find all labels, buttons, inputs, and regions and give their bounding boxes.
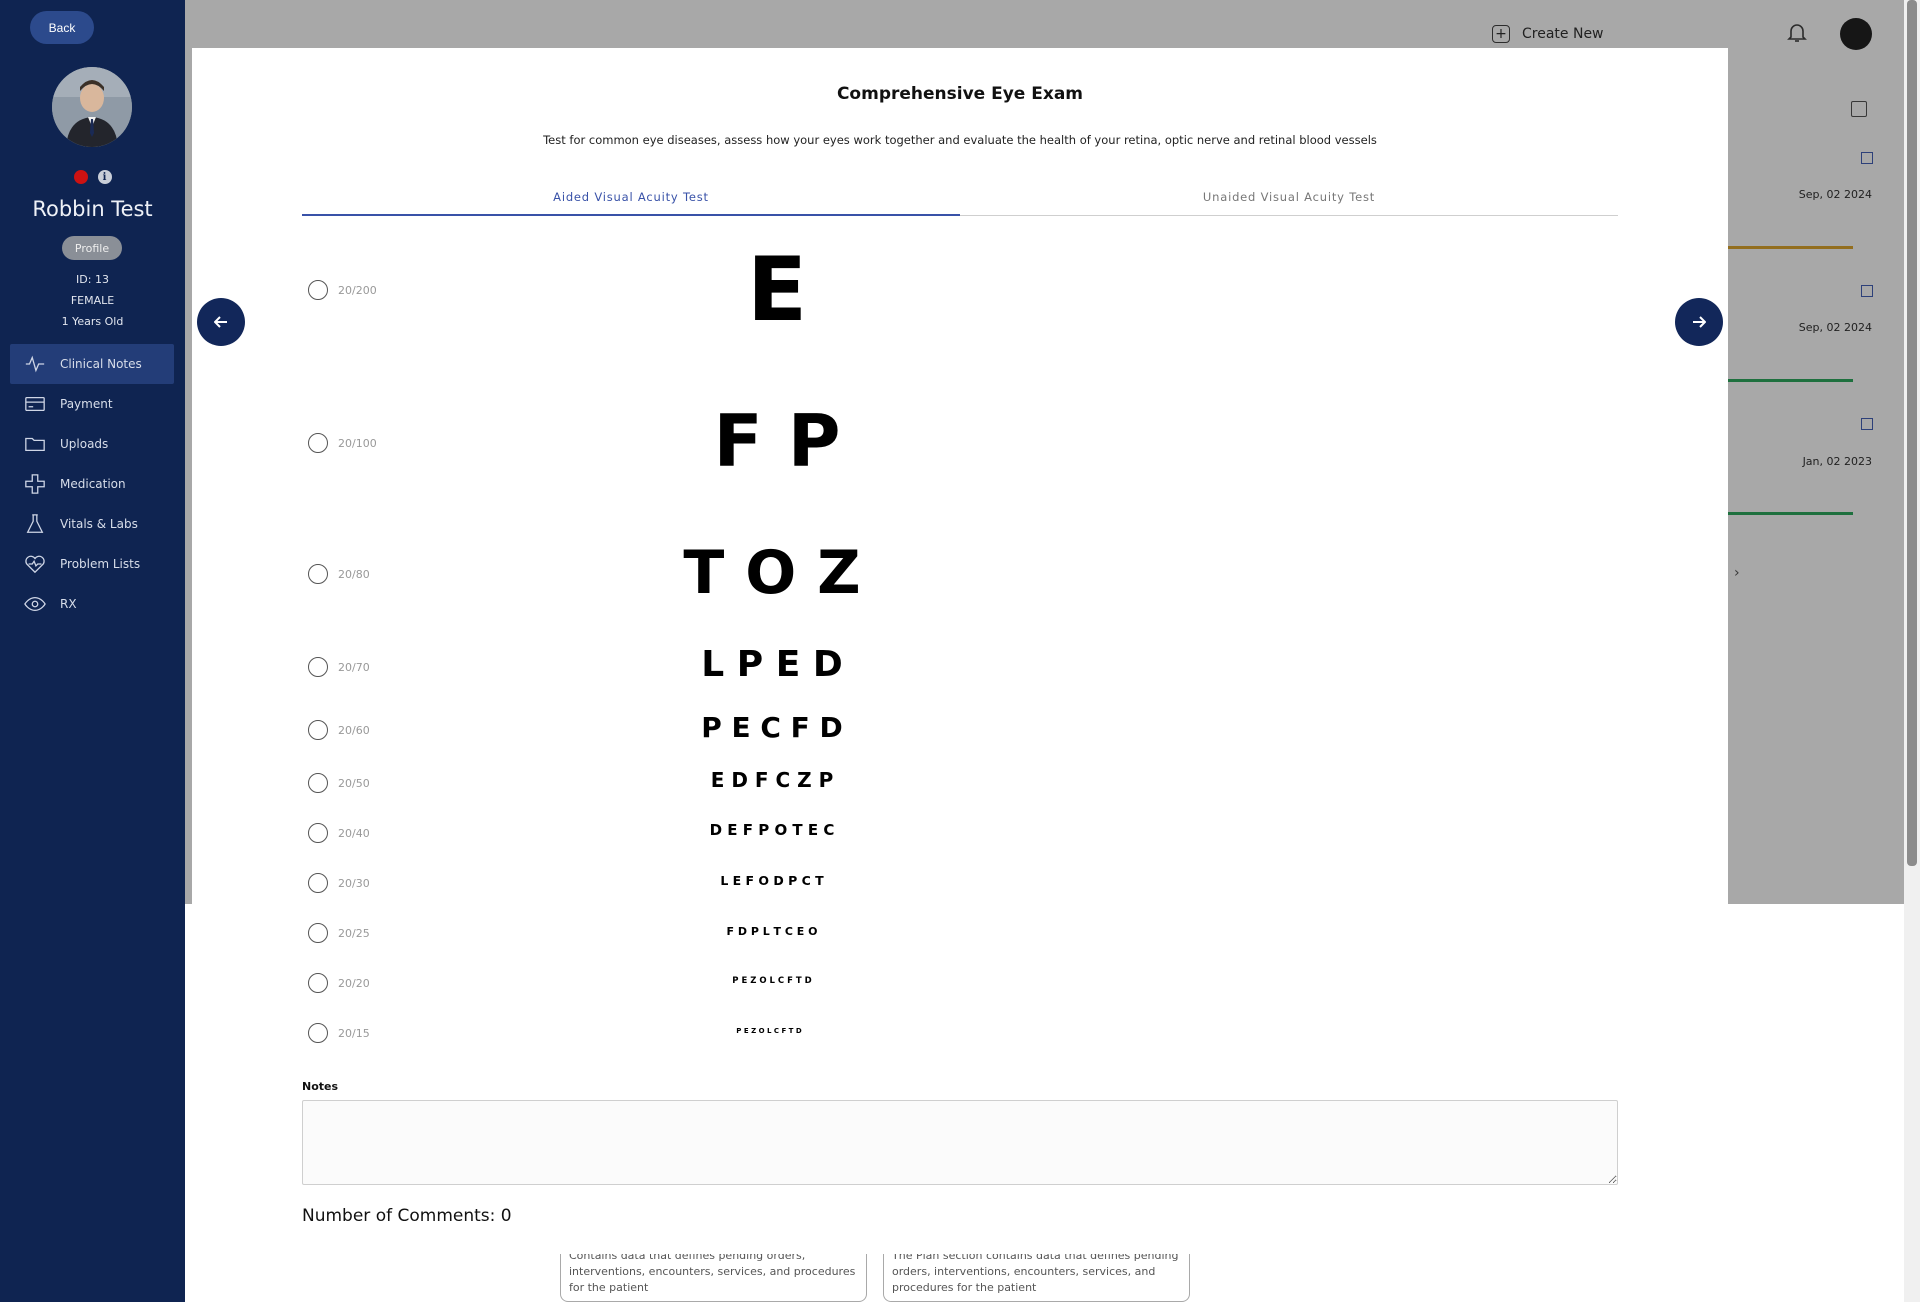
acuity-label: 20/200 (338, 283, 377, 297)
plan-card: Contains data that defines pending order… (560, 1246, 867, 1302)
sidebar-item-problem-lists[interactable]: Problem Lists (10, 544, 174, 584)
acuity-label: 20/80 (338, 567, 370, 581)
arrow-left-icon (214, 316, 227, 328)
sidebar-item-rx[interactable]: RX (10, 584, 174, 624)
sidebar-item-label: Payment (60, 397, 113, 411)
chart-letters: F D P L T C E O (726, 925, 818, 938)
notes-label: Notes (302, 1080, 339, 1093)
acuity-label: 20/100 (338, 436, 377, 450)
previous-button[interactable] (197, 298, 245, 346)
acuity-radio[interactable] (308, 973, 328, 993)
acuity-radio[interactable] (308, 873, 328, 893)
chart-letters: P E C F D (701, 711, 843, 744)
chart-letters: L P E D (701, 644, 843, 685)
chart-row: 20/30 (308, 873, 370, 893)
sidebar-item-vitals-labs[interactable]: Vitals & Labs (10, 504, 174, 544)
next-button[interactable] (1675, 298, 1723, 346)
acuity-radio[interactable] (308, 280, 328, 300)
acuity-label: 20/50 (338, 776, 370, 790)
acuity-radio[interactable] (308, 433, 328, 453)
sidebar-nav: Clinical Notes Payment Uploads Medicatio… (10, 344, 174, 624)
chart-row: 20/15 (308, 1023, 370, 1043)
chart-row: 20/100 (308, 433, 377, 453)
chart-letters: L E F O D P C T (720, 873, 824, 888)
chart-letters: P E Z O L C F T D (732, 976, 812, 986)
acuity-label: 20/60 (338, 723, 370, 737)
sidebar-item-label: Uploads (60, 437, 109, 451)
chart-row: 20/20 (308, 973, 370, 993)
sidebar-item-label: RX (60, 597, 77, 611)
card-icon (25, 396, 45, 412)
sidebar-item-uploads[interactable]: Uploads (10, 424, 174, 464)
tab-unaided-visual-acuity[interactable]: Unaided Visual Acuity Test (960, 190, 1618, 215)
patient-age: 1 Years Old (61, 315, 124, 328)
sidebar-item-label: Clinical Notes (60, 357, 142, 371)
chart-row: 20/40 (308, 823, 370, 843)
acuity-label: 20/40 (338, 826, 370, 840)
profile-button[interactable]: Profile (62, 236, 122, 260)
acuity-label: 20/30 (338, 876, 370, 890)
chart-letters: P E Z O L C F T D (736, 1027, 802, 1035)
chart-row: 20/200 (308, 280, 377, 300)
heart-pulse-icon (25, 555, 45, 574)
acuity-label: 20/70 (338, 660, 370, 674)
chart-letters: E (746, 238, 808, 341)
patient-sidebar: Back i Robbin Test Profile ID: 13 FEMALE… (0, 0, 185, 1302)
sidebar-item-label: Vitals & Labs (60, 517, 138, 531)
plan-card: The Plan section contains data that defi… (883, 1246, 1190, 1302)
chart-row: 20/25 (308, 923, 370, 943)
acuity-label: 20/15 (338, 1026, 370, 1040)
acuity-radio[interactable] (308, 657, 328, 677)
chart-row: 20/80 (308, 564, 370, 584)
sidebar-item-label: Problem Lists (60, 557, 141, 571)
patient-gender: FEMALE (70, 294, 115, 307)
modal-subtitle: Test for common eye diseases, assess how… (543, 133, 1377, 147)
eye-icon (24, 596, 46, 612)
flask-icon (26, 514, 44, 533)
tab-aided-visual-acuity[interactable]: Aided Visual Acuity Test (302, 190, 960, 216)
acuity-radio[interactable] (308, 720, 328, 740)
sidebar-item-payment[interactable]: Payment (10, 384, 174, 424)
eye-exam-modal: Comprehensive Eye Exam Test for common e… (192, 48, 1728, 1254)
acuity-radio[interactable] (308, 773, 328, 793)
chart-letters: D E F P O T E C (709, 821, 835, 839)
folder-icon (25, 437, 45, 452)
chart-letters: F P (713, 399, 841, 483)
notes-textarea[interactable] (302, 1100, 1618, 1185)
scrollbar-thumb[interactable] (1907, 0, 1917, 866)
medical-cross-icon (25, 474, 45, 494)
acuity-label: 20/20 (338, 976, 370, 990)
activity-icon (25, 355, 45, 373)
acuity-radio[interactable] (308, 564, 328, 584)
acuity-radio[interactable] (308, 823, 328, 843)
sidebar-item-medication[interactable]: Medication (10, 464, 174, 504)
chart-row: 20/50 (308, 773, 370, 793)
arrow-right-icon (1693, 316, 1706, 328)
patient-name: Robbin Test (32, 197, 153, 221)
acuity-radio[interactable] (308, 1023, 328, 1043)
chart-letters: E D F C Z P (710, 768, 834, 792)
sidebar-item-clinical-notes[interactable]: Clinical Notes (10, 344, 174, 384)
sidebar-item-label: Medication (60, 477, 126, 491)
acuity-label: 20/25 (338, 926, 370, 940)
status-indicator (73, 170, 88, 184)
back-button[interactable]: Back (30, 11, 94, 44)
patient-id: ID: 13 (76, 273, 109, 286)
acuity-radio[interactable] (308, 923, 328, 943)
modal-title: Comprehensive Eye Exam (836, 84, 1084, 104)
chart-row: 20/60 (308, 720, 370, 740)
comments-count: Number of Comments: 0 (302, 1206, 512, 1226)
info-icon[interactable]: i (97, 170, 112, 184)
patient-avatar (52, 67, 132, 147)
chart-letters: T O Z (683, 538, 861, 608)
test-tabs: Aided Visual Acuity Test Unaided Visual … (302, 190, 1618, 216)
chart-row: 20/70 (308, 657, 370, 677)
